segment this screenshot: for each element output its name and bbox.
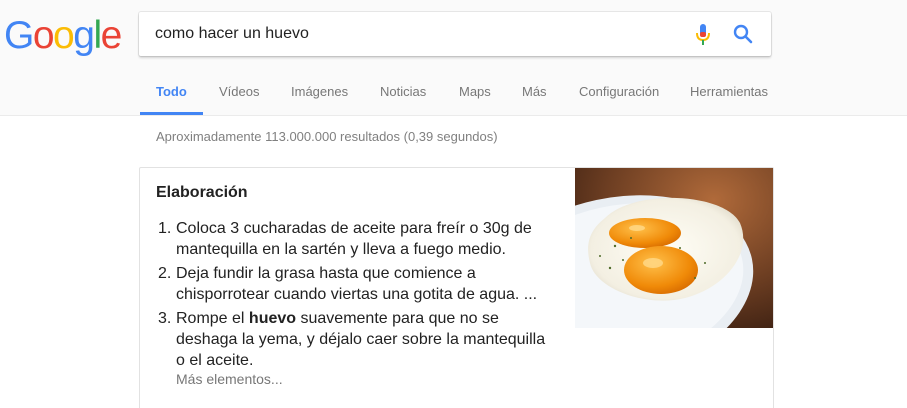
tab-configuracion[interactable]: Configuración — [579, 78, 659, 113]
search-icon[interactable] — [733, 24, 753, 44]
google-logo[interactable]: Google — [4, 14, 123, 58]
search-box[interactable]: como hacer un huevo — [139, 12, 771, 56]
tab-mas[interactable]: Más — [522, 78, 547, 113]
step-line: deshaga la yema, y déjalo caer sobre la … — [176, 331, 546, 348]
featured-snippet: Elaboración 1. Coloca 3 cucharadas de ac… — [139, 167, 774, 408]
tab-herramientas[interactable]: Herramientas — [690, 78, 768, 113]
list-item: 2. Deja fundir la grasa hasta que comien… — [158, 263, 558, 305]
step-line: chisporrotear cuando viertas una gotita … — [176, 286, 538, 303]
logo-letter: o — [53, 14, 75, 57]
list-item: 3. Rompe el huevo suavemente para que no… — [158, 308, 558, 371]
step-line: Coloca 3 cucharadas de aceite para freír… — [176, 220, 532, 237]
snippet-title: Elaboración — [156, 184, 248, 201]
logo-letter: o — [32, 14, 55, 57]
tab-maps[interactable]: Maps — [459, 78, 491, 113]
step-line: Rompe el huevo suavemente para que no se — [176, 308, 558, 329]
step-line: o el aceite. — [176, 352, 254, 369]
step-number: 2. — [158, 265, 172, 282]
step-line: mantequilla en la sartén y lleva a fuego… — [176, 241, 506, 258]
more-items-link[interactable]: Más elementos... — [176, 371, 283, 387]
search-header: Google como hacer un huevo Todo Vídeos I… — [0, 0, 907, 116]
step-text: suavemente para que no se — [296, 310, 499, 327]
tab-todo[interactable]: Todo — [140, 78, 203, 115]
tab-videos[interactable]: Vídeos — [219, 78, 259, 113]
result-stats: Aproximadamente 113.000.000 resultados (… — [156, 129, 498, 144]
logo-letter: G — [4, 14, 34, 57]
step-text: Rompe el — [176, 310, 249, 327]
query-highlight: huevo — [248, 310, 297, 327]
search-tabs: Todo Vídeos Imágenes Noticias Maps Más C… — [0, 78, 907, 115]
tab-imagenes[interactable]: Imágenes — [291, 78, 348, 113]
step-number: 1. — [158, 220, 172, 237]
steps-list: 1. Coloca 3 cucharadas de aceite para fr… — [158, 218, 558, 374]
search-input[interactable]: como hacer un huevo — [155, 25, 309, 43]
logo-letter: e — [100, 14, 123, 57]
list-item: 1. Coloca 3 cucharadas de aceite para fr… — [158, 218, 558, 260]
step-number: 3. — [158, 310, 172, 327]
mic-icon[interactable] — [695, 23, 711, 47]
tab-noticias[interactable]: Noticias — [380, 78, 426, 113]
logo-letter: l — [93, 14, 102, 57]
fried-egg-photo[interactable] — [575, 168, 773, 328]
step-line: Deja fundir la grasa hasta que comience … — [176, 265, 476, 282]
logo-letter: g — [73, 14, 95, 57]
